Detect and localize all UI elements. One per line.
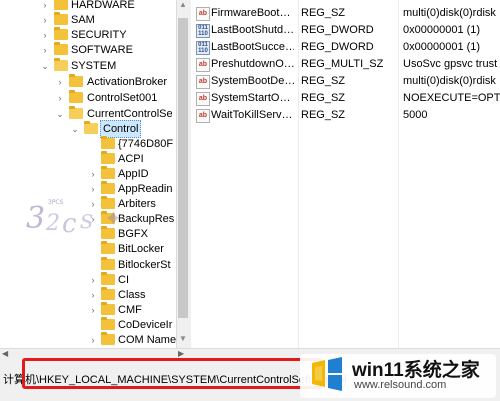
scroll-right-arrow-icon[interactable]: ▶ [178,349,184,358]
chevron-right-icon[interactable]: › [88,330,98,348]
svg-text:✦: ✦ [104,207,122,232]
folder-icon [101,241,115,254]
chevron-right-icon[interactable]: › [88,300,98,320]
scroll-up-arrow-icon[interactable]: ▲ [178,0,188,12]
string-value-icon: ab [196,7,210,21]
string-value-icon: ab [196,109,210,123]
folder-icon [69,90,83,103]
folder-icon [101,287,115,300]
scroll-left-arrow-icon[interactable]: ◀ [2,349,8,358]
dword-value-icon: 011 110 [196,41,210,55]
chevron-down-icon[interactable]: ⌄ [55,104,65,124]
folder-icon [54,42,68,55]
folder-icon [101,302,115,315]
folder-icon [101,332,115,345]
windows-logo-icon [312,357,342,391]
string-value-icon: ab [196,92,210,106]
values-list[interactable]: ab FirmwareBoot… REG_SZ multi(0)disk(0)r… [191,0,500,348]
folder-icon [101,136,115,149]
value-row[interactable]: 011 110 LastBootSucce… REG_DWORD 0x000000… [191,39,500,56]
folder-open-icon [69,106,83,119]
svg-text:3PCS: 3PCS [48,199,64,206]
value-row[interactable]: ab FirmwareBoot… REG_SZ multi(0)disk(0)r… [191,5,500,22]
folder-icon [54,27,68,40]
value-row[interactable]: ab SystemStartO… REG_SZ NOEXECUTE=OPTI [191,90,500,107]
watermark-logo: 3 2 c s ✦ 3PCS [26,199,122,239]
chevron-down-icon[interactable]: ⌄ [40,56,50,76]
svg-text:s: s [80,205,93,235]
scroll-down-arrow-icon[interactable]: ▼ [178,334,188,346]
folder-icon [101,257,115,270]
folder-open-icon [84,121,98,134]
dword-value-icon: 011 110 [196,24,210,38]
folder-icon [101,151,115,164]
value-row[interactable]: ab SystemBootDe… REG_SZ multi(0)disk(0)r… [191,73,500,90]
folder-icon [101,317,115,330]
value-row[interactable]: ab WaitToKillServ… REG_SZ 5000 [191,107,500,124]
value-row[interactable]: ab PreshutdownO… REG_MULTI_SZ UsoSvc gps… [191,56,500,73]
svg-text:3: 3 [26,201,45,236]
chevron-down-icon[interactable]: ⌄ [70,119,80,139]
value-row[interactable]: 011 110 LastBootShutd… REG_DWORD 0x000000… [191,22,500,39]
folder-open-icon [54,58,68,71]
folder-icon [54,0,68,10]
folder-icon [101,272,115,285]
site-logo: win11系统之家 www.relsound.com [300,354,496,398]
registry-tree[interactable]: › HARDWARE › SAM › SECURITY › SOFTWARE ⌄… [0,0,176,348]
svg-text:2: 2 [45,211,60,236]
folder-icon [69,74,83,87]
highlight-box [22,358,322,389]
svg-text:c: c [62,209,77,239]
string-value-icon: ab [196,75,210,89]
tree-scrollbar-thumb[interactable] [178,18,188,318]
folder-icon [54,12,68,25]
folder-icon [101,166,115,179]
string-value-icon: ab [196,58,210,72]
